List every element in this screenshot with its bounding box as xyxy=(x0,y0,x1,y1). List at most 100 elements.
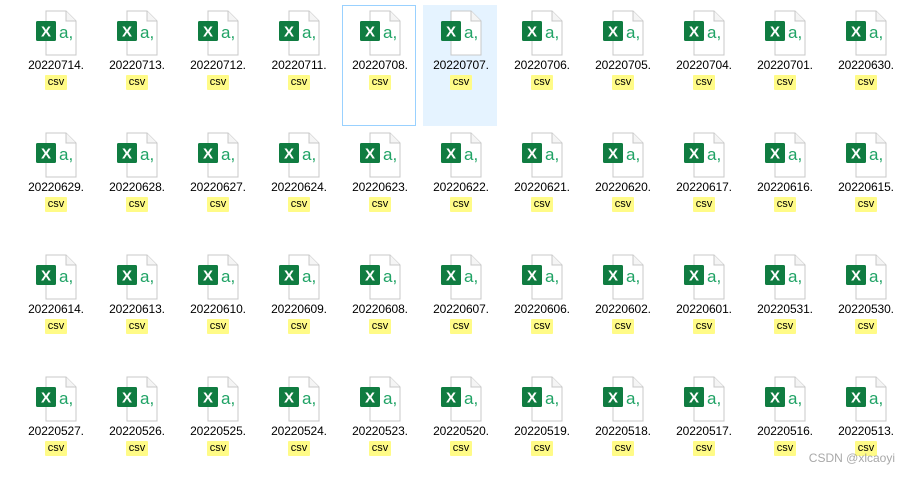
svg-text:a,: a, xyxy=(302,145,316,164)
svg-text:X: X xyxy=(770,146,780,163)
file-name-label: 20220711. xyxy=(271,58,327,72)
file-item[interactable]: X a, 20220704. csv xyxy=(666,5,740,126)
file-item[interactable]: X a, 20220531. csv xyxy=(747,249,821,370)
svg-text:X: X xyxy=(41,268,51,285)
file-item[interactable]: X a, 20220613. csv xyxy=(99,249,173,370)
excel-csv-icon: X a, xyxy=(603,132,644,178)
file-extension-label: csv xyxy=(531,441,553,456)
file-item[interactable]: X a, 20220708. csv xyxy=(342,5,416,126)
file-item[interactable]: X a, 20220622. csv xyxy=(423,127,497,248)
file-extension-label: csv xyxy=(45,75,67,90)
svg-text:X: X xyxy=(41,24,51,41)
file-item[interactable]: X a, 20220616. csv xyxy=(747,127,821,248)
file-item[interactable]: X a, 20220624. csv xyxy=(261,127,335,248)
svg-text:a,: a, xyxy=(626,267,640,286)
file-item[interactable]: X a, 20220630. csv xyxy=(828,5,902,126)
svg-text:a,: a, xyxy=(221,23,235,42)
file-item[interactable]: X a, 20220705. csv xyxy=(585,5,659,126)
file-item[interactable]: X a, 20220617. csv xyxy=(666,127,740,248)
svg-text:a,: a, xyxy=(302,23,316,42)
excel-csv-icon: X a, xyxy=(36,10,77,56)
file-extension-label: csv xyxy=(369,75,391,90)
file-extension-label: csv xyxy=(693,75,715,90)
file-item[interactable]: X a, 20220713. csv xyxy=(99,5,173,126)
svg-text:X: X xyxy=(284,146,294,163)
file-name-label: 20220708. xyxy=(352,58,408,72)
excel-csv-icon: X a, xyxy=(36,376,77,422)
file-item[interactable]: X a, 20220615. csv xyxy=(828,127,902,248)
file-item[interactable]: X a, 20220607. csv xyxy=(423,249,497,370)
excel-csv-icon: X a, xyxy=(603,376,644,422)
file-item[interactable]: X a, 20220609. csv xyxy=(261,249,335,370)
file-extension-label: csv xyxy=(288,75,310,90)
file-item[interactable]: X a, 20220629. csv xyxy=(18,127,92,248)
excel-csv-icon: X a, xyxy=(360,376,401,422)
file-name-label: 20220524. xyxy=(271,424,327,438)
excel-csv-icon: X a, xyxy=(360,132,401,178)
file-extension-label: csv xyxy=(126,319,148,334)
file-grid: X a, 20220714. csv X a, 20220713. csv X … xyxy=(0,0,907,474)
svg-text:a,: a, xyxy=(383,23,397,42)
file-item[interactable]: X a, 20220620. csv xyxy=(585,127,659,248)
file-name-label: 20220705. xyxy=(595,58,651,72)
svg-text:X: X xyxy=(527,390,537,407)
file-extension-label: csv xyxy=(612,441,634,456)
svg-text:X: X xyxy=(284,24,294,41)
file-item[interactable]: X a, 20220608. csv xyxy=(342,249,416,370)
svg-text:X: X xyxy=(122,390,132,407)
svg-text:a,: a, xyxy=(302,389,316,408)
svg-text:a,: a, xyxy=(626,23,640,42)
file-item[interactable]: X a, 20220701. csv xyxy=(747,5,821,126)
excel-csv-icon: X a, xyxy=(36,132,77,178)
file-name-label: 20220607. xyxy=(433,302,489,316)
file-item[interactable]: X a, 20220621. csv xyxy=(504,127,578,248)
excel-csv-icon: X a, xyxy=(684,132,725,178)
svg-text:X: X xyxy=(41,146,51,163)
file-item[interactable]: X a, 20220706. csv xyxy=(504,5,578,126)
file-item[interactable]: X a, 20220610. csv xyxy=(180,249,254,370)
file-item[interactable]: X a, 20220614. csv xyxy=(18,249,92,370)
file-extension-label: csv xyxy=(855,197,877,212)
file-extension-label: csv xyxy=(450,319,472,334)
file-item[interactable]: X a, 20220628. csv xyxy=(99,127,173,248)
file-extension-label: csv xyxy=(369,319,391,334)
file-item[interactable]: X a, 20220623. csv xyxy=(342,127,416,248)
file-extension-label: csv xyxy=(369,441,391,456)
excel-csv-icon: X a, xyxy=(279,254,320,300)
file-item[interactable]: X a, 20220606. csv xyxy=(504,249,578,370)
excel-csv-icon: X a, xyxy=(360,10,401,56)
svg-text:a,: a, xyxy=(464,267,478,286)
file-item[interactable]: X a, 20220627. csv xyxy=(180,127,254,248)
file-item[interactable]: X a, 20220530. csv xyxy=(828,249,902,370)
file-extension-label: csv xyxy=(855,75,877,90)
file-name-label: 20220629. xyxy=(28,180,84,194)
file-item[interactable]: X a, 20220714. csv xyxy=(18,5,92,126)
excel-csv-icon: X a, xyxy=(765,132,806,178)
svg-text:X: X xyxy=(851,390,861,407)
file-item[interactable]: X a, 20220602. csv xyxy=(585,249,659,370)
file-item[interactable]: X a, 20220601. csv xyxy=(666,249,740,370)
svg-text:a,: a, xyxy=(545,23,559,42)
file-item[interactable]: X a, 20220712. csv xyxy=(180,5,254,126)
file-extension-label: csv xyxy=(45,441,67,456)
excel-csv-icon: X a, xyxy=(198,376,239,422)
svg-text:X: X xyxy=(122,24,132,41)
svg-text:X: X xyxy=(284,390,294,407)
svg-text:a,: a, xyxy=(707,389,721,408)
svg-text:X: X xyxy=(41,390,51,407)
file-extension-label: csv xyxy=(45,319,67,334)
file-item[interactable]: X a, 20220707. csv xyxy=(423,5,497,126)
svg-text:a,: a, xyxy=(140,267,154,286)
svg-text:a,: a, xyxy=(707,23,721,42)
file-name-label: 20220530. xyxy=(838,302,894,316)
excel-csv-icon: X a, xyxy=(684,10,725,56)
file-extension-label: csv xyxy=(450,441,472,456)
svg-text:a,: a, xyxy=(788,145,802,164)
file-name-label: 20220616. xyxy=(757,180,813,194)
file-name-label: 20220623. xyxy=(352,180,408,194)
file-extension-label: csv xyxy=(450,75,472,90)
file-item[interactable]: X a, 20220711. csv xyxy=(261,5,335,126)
file-name-label: 20220519. xyxy=(514,424,570,438)
file-name-label: 20220520. xyxy=(433,424,489,438)
excel-csv-icon: X a, xyxy=(846,376,887,422)
